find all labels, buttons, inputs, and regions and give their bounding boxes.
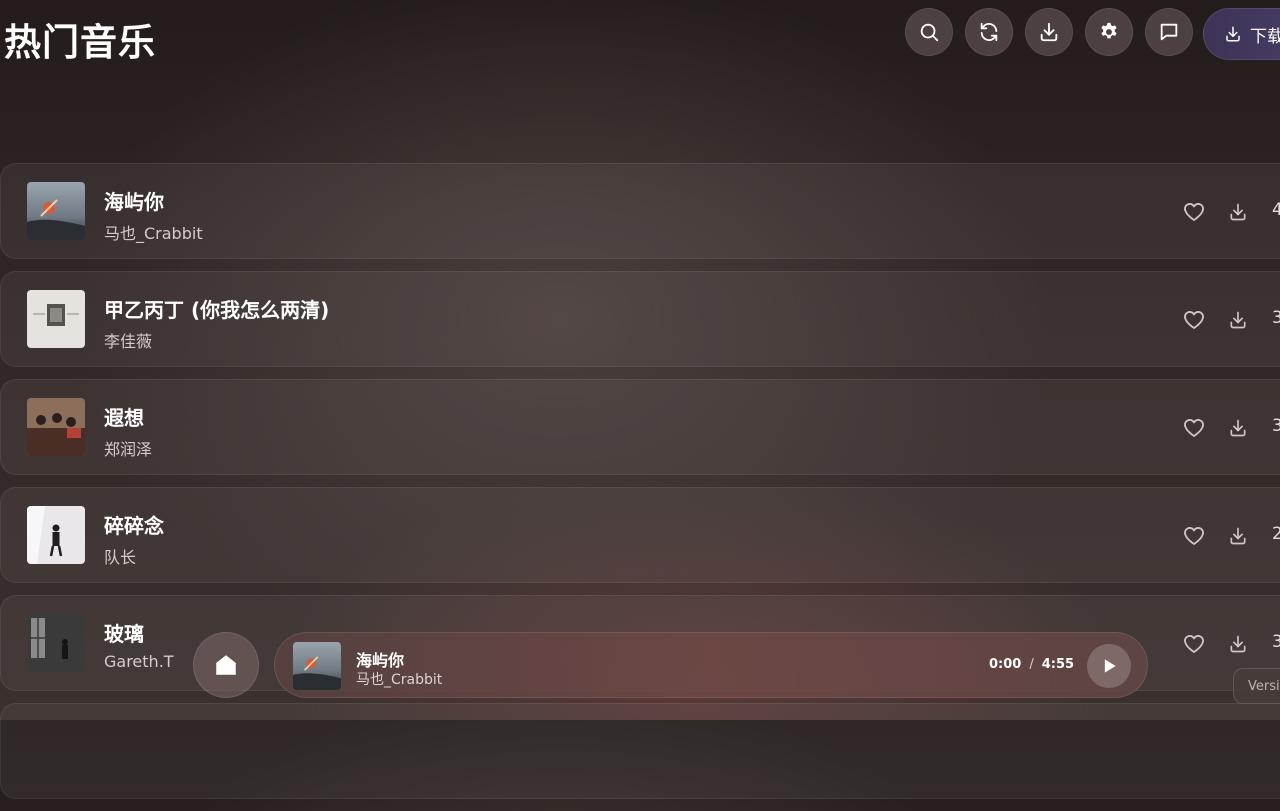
song-duration: 3	[1272, 308, 1280, 328]
song-duration: 3	[1272, 632, 1280, 652]
song-title: 海屿你	[104, 190, 164, 214]
home-icon	[216, 655, 236, 675]
now-playing-artist: 马也_Crabbit	[356, 672, 443, 688]
heart-icon[interactable]	[1182, 524, 1206, 548]
album-cover	[27, 182, 85, 240]
refresh-button[interactable]	[965, 8, 1013, 56]
total-time: 4:55	[1041, 657, 1075, 672]
feedback-button[interactable]	[1145, 8, 1193, 56]
settings-button[interactable]	[1085, 8, 1133, 56]
refresh-icon	[980, 22, 998, 42]
gear-icon	[1101, 22, 1117, 39]
song-duration: 4	[1272, 200, 1280, 220]
play-icon	[1104, 659, 1116, 673]
search-icon	[920, 23, 939, 42]
download-icon[interactable]	[1228, 418, 1248, 438]
page-title: 热门音乐	[4, 21, 156, 64]
playback-time: 0:00 / 4:55	[989, 657, 1074, 672]
album-cover	[27, 506, 85, 564]
download-icon[interactable]	[1228, 202, 1248, 222]
song-row[interactable]: 海屿你 马也_Crabbit 4	[0, 163, 1280, 259]
search-button[interactable]	[905, 8, 953, 56]
song-title: 玻璃	[104, 622, 144, 646]
song-duration: 2	[1272, 524, 1280, 544]
song-duration: 3	[1272, 416, 1280, 436]
song-title: 碎碎念	[104, 514, 164, 538]
now-playing-title: 海屿你	[356, 651, 405, 670]
song-list: 海屿你 马也_Crabbit 4 甲乙丙丁 (你我怎么两清) 李佳薇 3 遐想 …	[0, 163, 1280, 811]
download-manager-button[interactable]	[1025, 8, 1073, 56]
now-playing-bar[interactable]: 海屿你 马也_Crabbit 0:00 / 4:55	[274, 632, 1148, 698]
current-time: 0:00	[989, 657, 1022, 672]
version-badge: Versi	[1233, 668, 1280, 704]
song-row[interactable]: 遐想 郑润泽 3	[0, 379, 1280, 475]
song-artist: 李佳薇	[104, 332, 153, 351]
song-title: 遐想	[104, 406, 144, 430]
time-separator: /	[1029, 657, 1034, 672]
song-row[interactable]: 甲乙丙丁 (你我怎么两清) 李佳薇 3	[0, 271, 1280, 367]
song-row-partial[interactable]	[0, 703, 1280, 799]
download-icon[interactable]	[1228, 310, 1248, 330]
play-button[interactable]	[1087, 644, 1131, 688]
download-icon	[1040, 22, 1058, 42]
download-app-button[interactable]: 下载	[1203, 8, 1280, 60]
song-title: 甲乙丙丁 (你我怎么两清)	[104, 298, 330, 322]
now-playing-cover	[293, 642, 341, 690]
album-cover	[27, 398, 85, 456]
download-app-label: 下载	[1250, 26, 1280, 47]
album-cover	[27, 614, 85, 672]
home-button[interactable]	[193, 632, 259, 698]
download-icon[interactable]	[1228, 526, 1248, 546]
toolbar	[905, 8, 1193, 56]
song-artist: 马也_Crabbit	[104, 224, 203, 243]
heart-icon[interactable]	[1182, 200, 1206, 224]
heart-icon[interactable]	[1182, 416, 1206, 440]
song-artist: Gareth.T	[104, 652, 174, 671]
song-artist: 队长	[104, 548, 137, 567]
download-icon	[1226, 26, 1240, 42]
album-cover	[27, 290, 85, 348]
song-row[interactable]: 碎碎念 队长 2	[0, 487, 1280, 583]
download-icon[interactable]	[1228, 634, 1248, 654]
heart-icon[interactable]	[1182, 632, 1206, 656]
chat-icon	[1160, 23, 1178, 41]
song-artist: 郑润泽	[104, 440, 153, 459]
heart-icon[interactable]	[1182, 308, 1206, 332]
